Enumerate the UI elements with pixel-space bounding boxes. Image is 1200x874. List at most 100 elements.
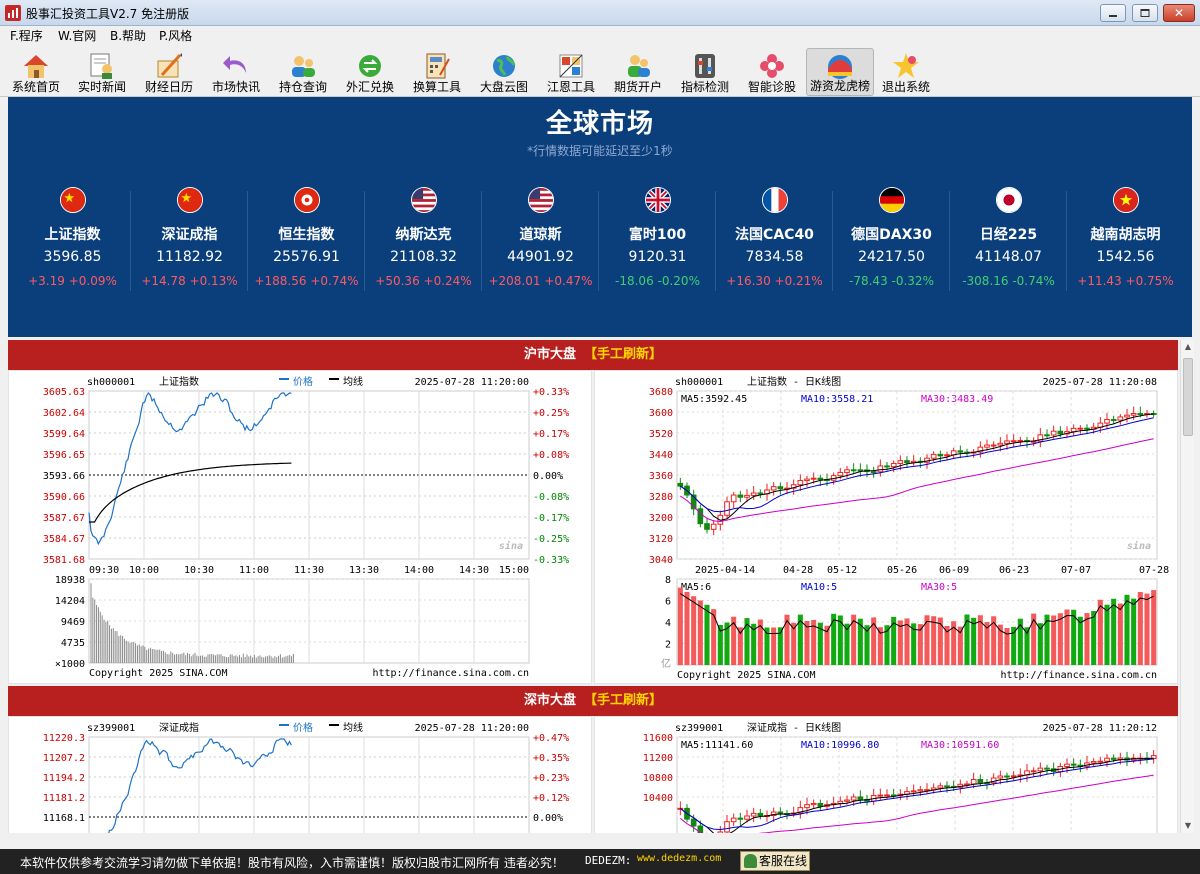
customer-service-button[interactable]: 客服在线 [740,851,810,871]
candle-body [850,796,857,801]
volume-unit: ×1000 [55,659,85,670]
volume-bar [1064,609,1070,665]
market-tile[interactable]: 上证指数 3596.85 +3.19 +0.09% [14,187,131,307]
flag-us-icon [410,187,437,213]
date-tick: 04-28 [783,565,813,576]
time-tick: 10:30 [184,565,214,576]
candle-body [1004,440,1010,444]
menu-program[interactable]: F.程序 [10,27,43,44]
candle-body [910,790,917,793]
market-tile[interactable]: 道琼斯 44901.92 +208.01 +0.47% [482,187,599,307]
pct-tick: +0.17% [533,429,569,440]
volume-tick: 4 [665,618,671,629]
minimize-icon [1109,15,1117,17]
market-tile[interactable]: 纳斯达克 21108.32 +50.36 +0.24% [365,187,482,307]
toolbar-calendar[interactable]: 财经日历 [136,48,202,96]
candle-body [724,821,730,833]
toolbar-position[interactable]: 持仓查询 [270,48,336,96]
menu-style[interactable]: P.风格 [159,27,192,44]
chart-name: 上证指数 - 日K线图 [747,375,841,388]
toolbar-news[interactable]: 实时新闻 [69,48,135,96]
price-tick: 10800 [643,773,673,784]
candle-body [1110,757,1117,760]
legend-price: 价格 [293,375,313,388]
market-tile[interactable]: 日经225 41148.07 -308.16 -0.74% [950,187,1067,307]
ma30-line [679,774,1154,833]
candle-body [1097,760,1104,763]
legend-price-swatch [279,378,289,380]
market-tile[interactable]: 深证成指 11182.92 +14.78 +0.13% [131,187,248,307]
volume-bar [931,616,937,665]
toolbar-gann[interactable]: 江恩工具 [538,48,604,96]
date-tick: 07-07 [1061,565,1091,576]
volume-bar [964,614,970,665]
menu-website[interactable]: W.官网 [58,27,96,44]
candle-body [757,492,764,495]
time-tick: 11:30 [294,565,324,576]
chart-code: sz399001 [87,723,135,734]
toolbar-dragon-tiger[interactable]: 游资龙虎榜 [806,48,874,96]
volume-tick: 2 [665,640,671,651]
app-window: 股事汇投资工具V2.7 免注册版 ✕ F.程序 W.官网 B.帮助 P.风格 系… [0,0,1200,874]
time-tick: 14:30 [459,565,489,576]
menu-help[interactable]: B.帮助 [110,27,146,44]
legend-avg: 均线 [343,721,363,734]
sh-refresh-button[interactable]: 【手工刷新】 [584,347,662,362]
toolbar-home[interactable]: 系统首页 [3,48,69,96]
toolbar-cloud-map[interactable]: 大盘云图 [471,48,537,96]
toolbar-flash[interactable]: 市场快讯 [203,48,269,96]
legend-price: 价格 [293,721,313,734]
pct-tick: -0.08% [533,492,569,503]
toolbar-forex[interactable]: 外汇兑换 [337,48,403,96]
toolbar-converter[interactable]: 换算工具 [404,48,470,96]
price-tick: 11207.2 [43,753,85,764]
volume-bar [1137,592,1143,665]
toolbar-indicator[interactable]: 指标检测 [672,48,738,96]
candle-body [710,523,717,530]
market-tile[interactable]: 恒生指数 25576.91 +188.56 +0.74% [248,187,365,307]
price-tick: 11200 [643,753,673,764]
volume-bar [1117,603,1123,665]
chart-time: 2025-07-28 11:20:00 [415,723,529,734]
market-change: +3.19 +0.09% [28,274,117,288]
site-link[interactable]: www.dedezm.com [637,853,721,864]
sina-watermark: sina [499,540,523,552]
scroll-thumb[interactable] [1183,358,1193,436]
volume-bar [897,620,903,665]
toolbar-diagnose[interactable]: 智能诊股 [739,48,805,96]
candle-body [1137,413,1144,416]
candle-body [777,811,784,815]
vertical-scrollbar[interactable]: ▲ ▼ [1180,340,1194,833]
price-tick: 11220.3 [43,733,85,744]
chart-name: 深证成指 [159,721,199,734]
candle-body [884,794,890,797]
maximize-button[interactable] [1132,4,1158,22]
time-tick: 11:00 [239,565,269,576]
calculator-icon [426,53,450,79]
candle-body [957,450,964,453]
market-tile[interactable]: 德国DAX30 24217.50 -78.43 -0.32% [833,187,950,307]
minimize-button[interactable] [1100,4,1126,22]
market-tile[interactable]: 富时100 9120.31 -18.06 -0.20% [599,187,716,307]
source-url: http://finance.sina.com.cn [372,668,529,679]
pct-tick: -0.33% [533,555,569,566]
close-button[interactable]: ✕ [1163,4,1195,22]
price-tick: 3587.67 [43,513,85,524]
exchange-icon [359,55,381,77]
pct-tick: +0.08% [533,450,569,461]
candle-body [884,465,890,468]
toolbar-exit[interactable]: 退出系统 [873,48,939,96]
market-name: 德国DAX30 [851,227,932,243]
market-tile[interactable]: 法国CAC40 7834.58 +16.30 +0.21% [716,187,833,307]
vol-ma10-label: MA10:5 [801,582,837,593]
pct-tick: +0.47% [533,733,569,744]
chart-code: sz399001 [675,723,723,734]
sz-refresh-button[interactable]: 【手工刷新】 [584,693,662,708]
scroll-up-icon[interactable]: ▲ [1181,340,1195,354]
toolbar-futures[interactable]: 期货开户 [605,48,671,96]
pct-tick: 0.00% [533,471,563,482]
sh-kline-svg: sh000001 上证指数 - 日K线图 2025-07-28 11:20:08 MA… [649,375,1169,681]
market-tile[interactable]: 越南胡志明 1542.56 +11.43 +0.75% [1067,187,1184,307]
chart-time: 2025-07-28 11:20:00 [415,377,529,388]
scroll-down-icon[interactable]: ▼ [1181,819,1195,833]
